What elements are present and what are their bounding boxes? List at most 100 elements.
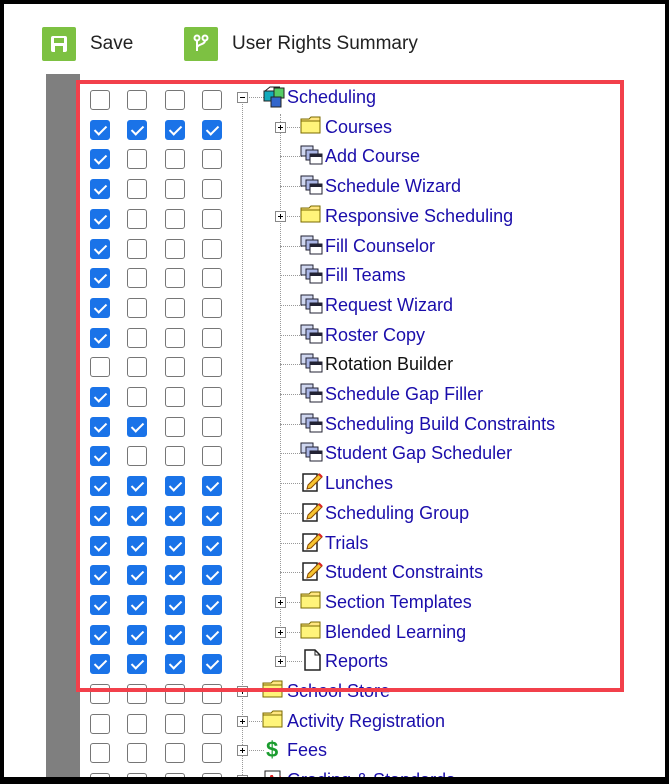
permission-checkbox[interactable] — [127, 268, 147, 289]
tree-item-label[interactable]: Add Course — [325, 146, 420, 167]
permission-checkbox[interactable] — [165, 743, 185, 764]
permission-checkbox[interactable] — [202, 713, 222, 734]
tree-item-label[interactable]: Blended Learning — [325, 622, 466, 643]
permission-checkbox[interactable] — [127, 594, 147, 615]
permission-checkbox[interactable] — [202, 535, 222, 556]
permission-checkbox[interactable] — [90, 505, 110, 526]
permission-checkbox[interactable] — [202, 208, 222, 229]
permission-checkbox[interactable] — [90, 654, 110, 675]
permission-checkbox[interactable] — [165, 387, 185, 407]
permission-checkbox[interactable] — [90, 743, 110, 764]
tree-item-label[interactable]: Responsive Scheduling — [325, 206, 513, 227]
permission-checkbox[interactable] — [127, 387, 147, 407]
tree-item-label[interactable]: Student Gap Scheduler — [325, 443, 512, 464]
permission-checkbox[interactable] — [90, 713, 110, 734]
permission-checkbox[interactable] — [127, 713, 147, 734]
tree-item-label[interactable]: Fees — [287, 740, 327, 761]
permission-checkbox[interactable] — [127, 416, 147, 437]
permission-checkbox[interactable] — [90, 119, 110, 140]
permission-checkbox[interactable] — [90, 268, 110, 289]
expand-toggle[interactable] — [275, 121, 286, 133]
tree-item-label[interactable]: Schedule Wizard — [325, 176, 461, 197]
permission-checkbox[interactable] — [90, 238, 110, 259]
permission-checkbox[interactable] — [202, 773, 222, 777]
permission-checkbox[interactable] — [202, 268, 222, 289]
permission-checkbox[interactable] — [127, 446, 147, 467]
permission-checkbox[interactable] — [90, 357, 110, 378]
permission-checkbox[interactable] — [202, 327, 222, 348]
permission-checkbox[interactable] — [165, 446, 185, 467]
permission-checkbox[interactable] — [90, 149, 110, 170]
permission-checkbox[interactable] — [202, 743, 222, 764]
permission-checkbox[interactable] — [202, 416, 222, 437]
permission-checkbox[interactable] — [127, 208, 147, 229]
permission-checkbox[interactable] — [90, 208, 110, 229]
tree-item-label[interactable]: Scheduling Build Constraints — [325, 414, 555, 435]
permission-checkbox[interactable] — [90, 179, 110, 200]
permission-checkbox[interactable] — [202, 565, 222, 586]
permission-checkbox[interactable] — [202, 624, 222, 645]
tree-item-label[interactable]: Fill Teams — [325, 265, 406, 286]
expand-toggle[interactable] — [275, 656, 286, 668]
permission-checkbox[interactable] — [90, 416, 110, 437]
permission-checkbox[interactable] — [165, 684, 185, 704]
permission-checkbox[interactable] — [90, 594, 110, 615]
permission-checkbox[interactable] — [165, 119, 185, 140]
tree-item-label[interactable]: Roster Copy — [325, 325, 425, 346]
tree-item-label[interactable]: Student Constraints — [325, 562, 483, 583]
expand-toggle[interactable] — [237, 745, 248, 757]
permission-checkbox[interactable] — [165, 594, 185, 615]
permission-checkbox[interactable] — [127, 505, 147, 526]
tree-item-label[interactable]: Schedule Gap Filler — [325, 384, 483, 405]
permission-checkbox[interactable] — [202, 476, 222, 497]
permission-checkbox[interactable] — [165, 476, 185, 497]
permission-checkbox[interactable] — [90, 90, 110, 110]
permission-checkbox[interactable] — [90, 624, 110, 645]
permission-checkbox[interactable] — [127, 624, 147, 645]
permission-checkbox[interactable] — [165, 357, 185, 378]
permission-checkbox[interactable] — [127, 535, 147, 556]
permission-checkbox[interactable] — [202, 119, 222, 140]
permission-checkbox[interactable] — [165, 416, 185, 437]
permission-checkbox[interactable] — [202, 90, 222, 110]
permission-checkbox[interactable] — [165, 268, 185, 289]
save-button[interactable]: Save — [42, 27, 133, 61]
permission-checkbox[interactable] — [202, 357, 222, 378]
permission-checkbox[interactable] — [165, 624, 185, 645]
permission-checkbox[interactable] — [165, 208, 185, 229]
permission-checkbox[interactable] — [165, 773, 185, 777]
permission-checkbox[interactable] — [202, 179, 222, 200]
permission-checkbox[interactable] — [90, 535, 110, 556]
permission-checkbox[interactable] — [127, 327, 147, 348]
permission-checkbox[interactable] — [90, 446, 110, 467]
expand-toggle[interactable] — [237, 686, 248, 697]
tree-item-label[interactable]: School Store — [287, 681, 390, 702]
tree-item-label[interactable]: Courses — [325, 117, 392, 138]
permission-checkbox[interactable] — [165, 535, 185, 556]
tree-item-label[interactable]: Trials — [325, 533, 368, 554]
tree-item-label[interactable]: Lunches — [325, 473, 393, 494]
permission-checkbox[interactable] — [127, 357, 147, 378]
tree-item-label[interactable]: Fill Counselor — [325, 236, 435, 257]
permission-checkbox[interactable] — [127, 654, 147, 675]
tree-item-label[interactable]: Section Templates — [325, 592, 472, 613]
permission-checkbox[interactable] — [202, 505, 222, 526]
expand-toggle[interactable] — [275, 210, 286, 222]
permission-checkbox[interactable] — [90, 565, 110, 586]
expand-toggle[interactable] — [275, 626, 286, 638]
permission-checkbox[interactable] — [90, 387, 110, 407]
permission-checkbox[interactable] — [202, 297, 222, 318]
permission-checkbox[interactable] — [165, 179, 185, 200]
permission-checkbox[interactable] — [127, 149, 147, 170]
permission-checkbox[interactable] — [165, 238, 185, 259]
permission-checkbox[interactable] — [90, 773, 110, 777]
user-rights-summary-button[interactable]: User Rights Summary — [184, 27, 418, 61]
permission-checkbox[interactable] — [202, 149, 222, 170]
permission-checkbox[interactable] — [90, 297, 110, 318]
permission-checkbox[interactable] — [127, 119, 147, 140]
collapse-toggle[interactable] — [237, 92, 248, 103]
permission-checkbox[interactable] — [90, 327, 110, 348]
tree-item-label[interactable]: Activity Registration — [287, 711, 445, 732]
tree-item-label[interactable]: Scheduling — [287, 87, 376, 108]
permission-checkbox[interactable] — [202, 387, 222, 407]
